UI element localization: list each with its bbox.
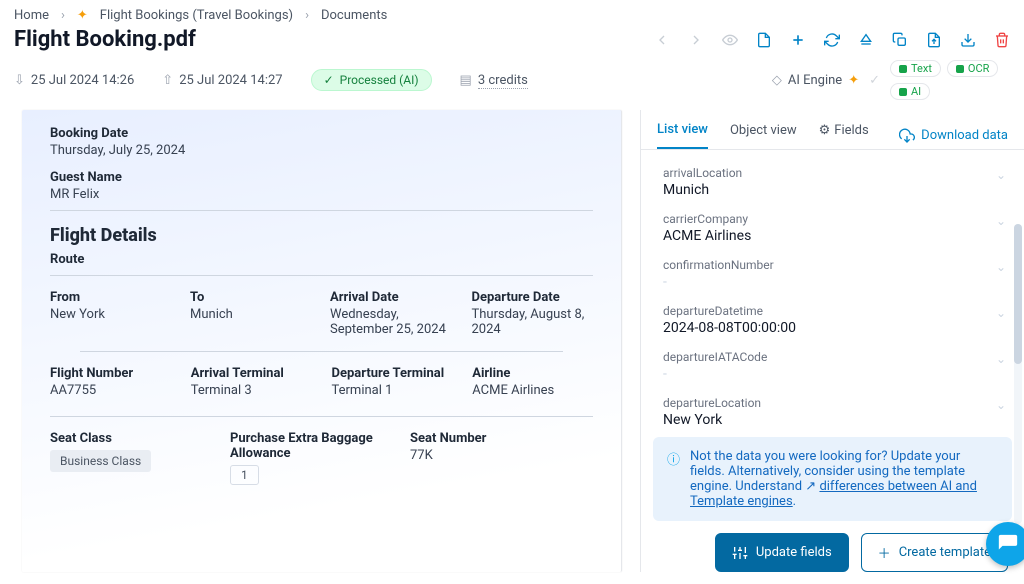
download-data-link[interactable]: Download data [899,128,1008,144]
external-link-icon: ↗ [805,479,816,494]
label-route: Route [50,252,593,267]
label-arrival-terminal: Arrival Terminal [191,366,312,381]
value-from: New York [50,307,170,322]
field-arrival-location[interactable]: ⌄arrivalLocationMunich [663,158,1012,204]
copy-button[interactable] [892,32,908,48]
chevron-down-icon: ⌄ [996,352,1006,366]
plus-icon: ＋ [878,543,891,562]
credits-info[interactable]: ▤3 credits [460,73,528,88]
label-arrival-date: Arrival Date [330,290,452,305]
breadcrumb-folder[interactable]: Flight Bookings (Travel Bookings) [100,8,293,23]
chip-text: Text [890,60,941,77]
chip-ai: AI [890,83,930,100]
label-baggage: Purchase Extra Baggage Allowance [230,431,390,461]
layers-icon: ▤ [460,73,472,88]
breadcrumb-documents[interactable]: Documents [321,8,387,23]
download-button[interactable] [960,32,976,48]
field-departure-datetime[interactable]: ⌄departureDatetime2024-08-08T00:00:00 [663,296,1012,342]
label-departure-date: Departure Date [472,290,594,305]
chevron-down-icon: ⌄ [996,398,1006,412]
check-icon: ✓ [324,73,334,87]
label-airline: Airline [472,366,593,381]
status-badge: ✓Processed (AI) [311,69,432,91]
refresh-button[interactable] [824,32,840,48]
label-booking-date: Booking Date [50,126,593,141]
created-at: ⇩25 Jul 2024 14:26 [14,73,134,88]
value-seat-number: 77K [410,448,593,463]
modified-at: ⇧25 Jul 2024 14:27 [162,73,282,88]
next-doc-button[interactable] [688,32,704,48]
sparkle-icon: ✦ [77,8,88,23]
breadcrumb-home[interactable]: Home [14,8,49,23]
sliders-icon: ⚙ [819,123,831,138]
field-carrier-company[interactable]: ⌄carrierCompanyACME Airlines [663,204,1012,250]
tab-list-view[interactable]: List view [657,122,708,149]
value-airline: ACME Airlines [472,383,593,398]
chevron-down-icon: ⌄ [996,260,1006,274]
label-seat-number: Seat Number [410,431,593,446]
cloud-download-icon [899,128,915,144]
add-button[interactable] [790,32,806,48]
label-seat-class: Seat Class [50,431,210,446]
field-departure-iata[interactable]: ⌄departureIATACode- [663,342,1012,388]
value-arrival-date: Wednesday, September 25, 2024 [330,307,452,337]
label-to: To [190,290,310,305]
value-seat-class: Business Class [50,450,151,472]
sparkle-icon: ✦ [848,73,859,88]
value-baggage: 1 [230,465,259,485]
download-mini-icon: ⇩ [14,73,25,88]
value-departure-date: Thursday, August 8, 2024 [472,307,594,337]
value-arrival-terminal: Terminal 3 [191,383,312,398]
muted-check-icon: ✓ [869,73,880,88]
scrollbar-track[interactable] [1014,224,1022,524]
chevron-down-icon: ⌄ [996,306,1006,320]
engine-label: ◇AI Engine✦ [772,73,859,88]
info-banner: ⓘ Not the data you were looking for? Upd… [653,437,1012,521]
label-departure-terminal: Departure Terminal [332,366,453,381]
value-departure-terminal: Terminal 1 [332,383,453,398]
export-file-icon[interactable] [926,32,942,48]
value-flight-number: AA7755 [50,383,171,398]
label-from: From [50,290,170,305]
tab-fields[interactable]: ⚙Fields [819,123,869,148]
tab-object-view[interactable]: Object view [730,123,797,148]
sliders-icon [732,545,748,561]
label-guest: Guest Name [50,170,593,185]
chevron-right-icon: › [61,8,65,23]
document-icon[interactable] [756,32,772,48]
section-flight-details: Flight Details [50,225,593,246]
engine-icon: ◇ [772,73,782,88]
chat-fab[interactable] [986,522,1024,566]
label-flight-number: Flight Number [50,366,171,381]
delete-button[interactable] [994,32,1010,48]
value-guest: MR Felix [50,187,593,202]
value-booking-date: Thursday, July 25, 2024 [50,143,593,158]
field-confirmation-number[interactable]: ⌄confirmationNumber- [663,250,1012,296]
chevron-right-icon: › [305,8,309,23]
scrollbar-thumb[interactable] [1014,224,1022,364]
info-icon: ⓘ [667,449,680,509]
breadcrumb: Home › ✦ Flight Bookings (Travel Booking… [0,0,1024,27]
field-departure-location[interactable]: ⌄departureLocationNew York [663,388,1012,427]
upload-mini-icon: ⇧ [162,73,173,88]
chip-ocr: OCR [947,60,999,77]
update-fields-button[interactable]: Update fields [715,533,849,572]
prev-doc-button[interactable] [654,32,670,48]
extracted-fields-list[interactable]: ⌄arrivalLocationMunich ⌄carrierCompanyAC… [641,150,1024,427]
document-preview: Booking Date Thursday, July 25, 2024 Gue… [22,110,622,572]
chevron-down-icon: ⌄ [996,214,1006,228]
chevron-down-icon: ⌄ [996,168,1006,182]
eject-icon[interactable] [858,32,874,48]
chat-icon [997,533,1019,555]
visibility-icon[interactable] [722,32,738,48]
page-title: Flight Booking.pdf [14,27,654,52]
value-to: Munich [190,307,310,322]
